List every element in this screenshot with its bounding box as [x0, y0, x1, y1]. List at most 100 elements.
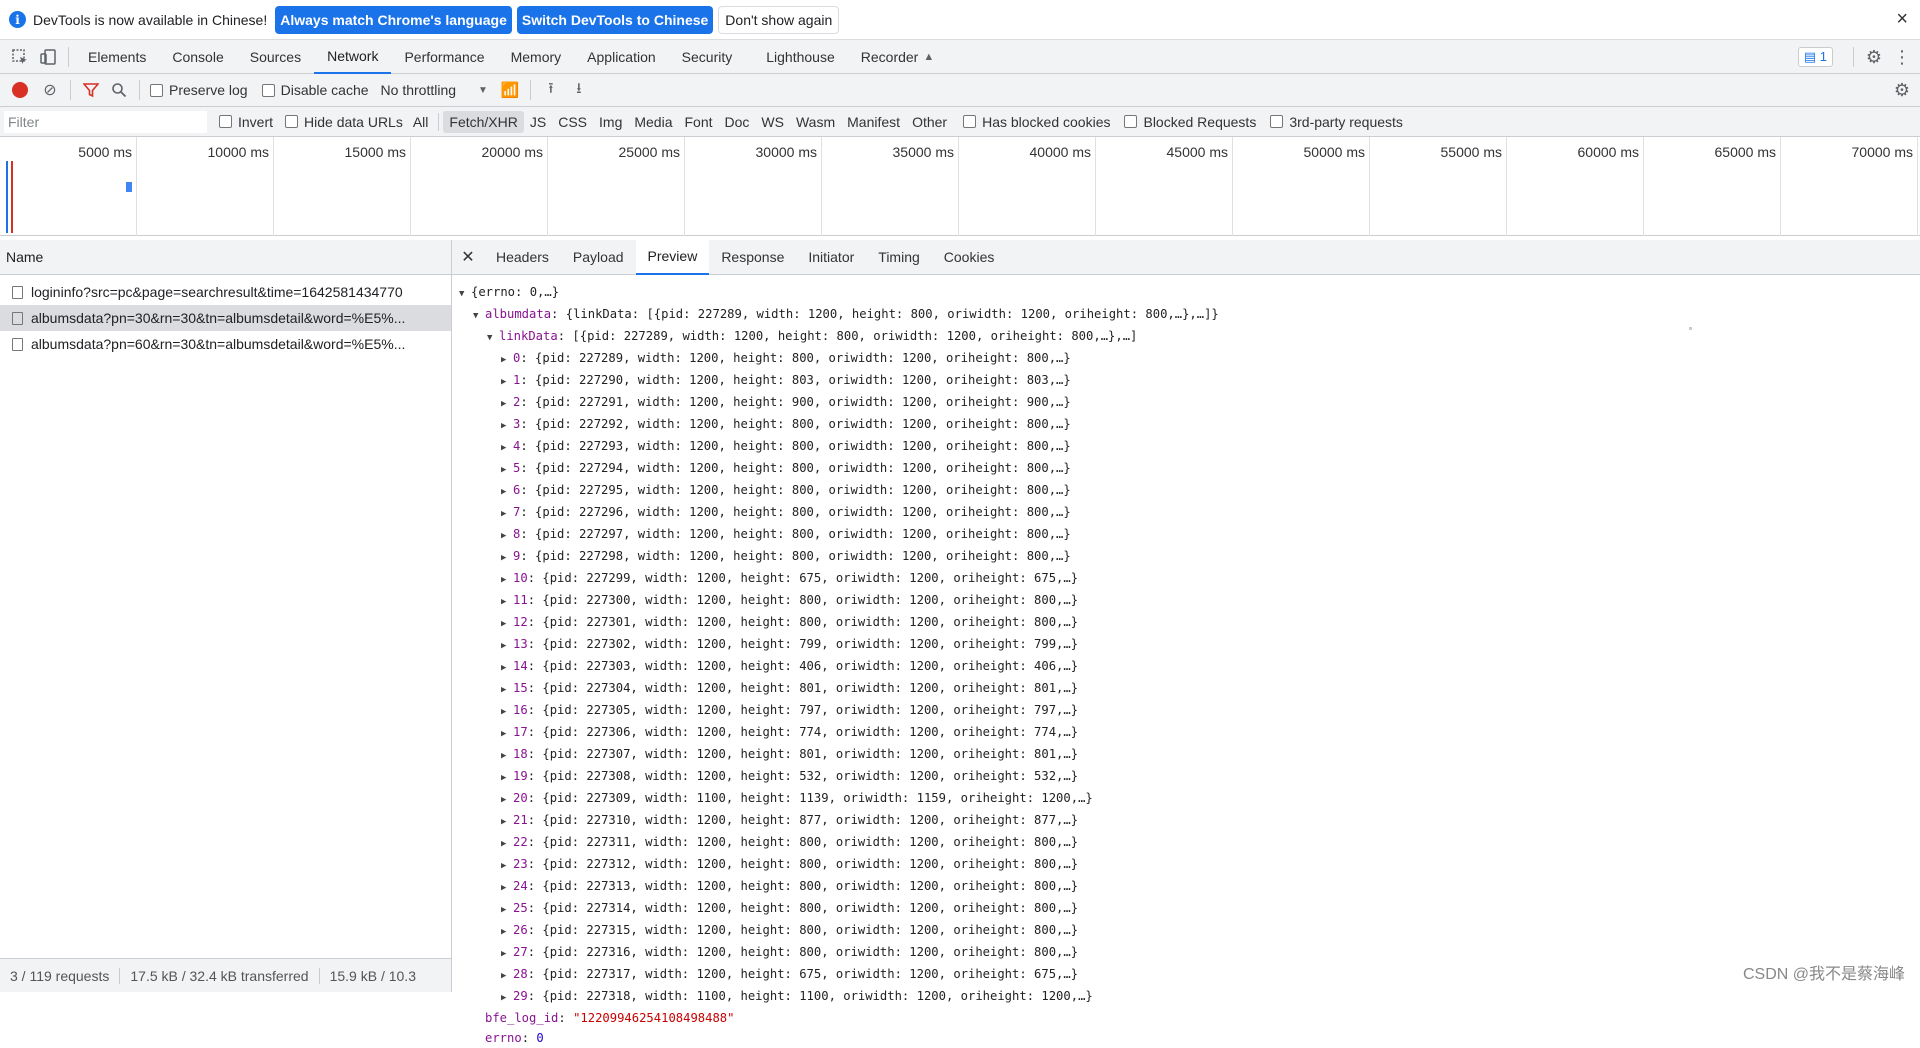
filter-type-media[interactable]: Media — [628, 111, 678, 133]
more-options-icon[interactable]: ⋮ — [1888, 43, 1916, 71]
item-oriwidth: 1200 — [909, 967, 939, 981]
linkdata-item-node[interactable]: ▶ 11: {pid: 227300, width: 1200, height: … — [459, 590, 1920, 612]
filter-input[interactable]: Filter — [4, 110, 207, 133]
linkdata-item-node[interactable]: ▶ 19: {pid: 227308, width: 1200, height: … — [459, 766, 1920, 788]
linkdata-item-node[interactable]: ▶ 21: {pid: 227310, width: 1200, height: … — [459, 810, 1920, 832]
network-conditions-icon[interactable]: 📶 — [496, 76, 524, 104]
filter-type-other[interactable]: Other — [906, 111, 953, 133]
switch-language-button[interactable]: Switch DevTools to Chinese — [516, 5, 714, 34]
linkdata-item-node[interactable]: ▶ 8: {pid: 227297, width: 1200, height: 8… — [459, 524, 1920, 546]
overview-tick: 40000 ms — [959, 137, 1096, 236]
tab-elements[interactable]: Elements — [75, 40, 159, 74]
linkdata-item-node[interactable]: ▶ 27: {pid: 227316, width: 1200, height: … — [459, 942, 1920, 964]
device-toolbar-icon[interactable] — [34, 43, 62, 71]
export-har-icon[interactable]: ⭳ — [565, 76, 593, 104]
clear-icon[interactable]: ⊘ — [36, 76, 64, 104]
tab-payload[interactable]: Payload — [561, 240, 636, 275]
tab-sources[interactable]: Sources — [237, 40, 314, 74]
linkdata-item-node[interactable]: ▶ 28: {pid: 227317, width: 1200, height: … — [459, 964, 1920, 986]
tab-headers[interactable]: Headers — [484, 240, 561, 275]
disable-cache-checkbox[interactable] — [261, 83, 275, 97]
item-height: 800 — [791, 417, 814, 431]
tab-application[interactable]: Application — [574, 40, 669, 74]
overview-tick: 10000 ms — [137, 137, 274, 236]
close-icon[interactable]: ✕ — [452, 247, 484, 267]
name-column-header[interactable]: Name — [0, 240, 451, 275]
tab-cookies[interactable]: Cookies — [932, 240, 1007, 275]
linkdata-item-node[interactable]: ▶ 29: {pid: 227318, width: 1100, height: … — [459, 986, 1920, 1008]
json-albumdata-node[interactable]: ▼ albumdata: {linkData: [{pid: 227289, wi… — [459, 304, 1920, 326]
linkdata-item-node[interactable]: ▶ 4: {pid: 227293, width: 1200, height: 8… — [459, 436, 1920, 458]
linkdata-item-node[interactable]: ▶ 6: {pid: 227295, width: 1200, height: 8… — [459, 480, 1920, 502]
search-icon[interactable] — [105, 76, 133, 104]
linkdata-item-node[interactable]: ▶ 14: {pid: 227303, width: 1200, height: … — [459, 656, 1920, 678]
tab-console[interactable]: Console — [159, 40, 236, 74]
request-row[interactable]: albumsdata?pn=30&rn=30&tn=albumsdetail&w… — [0, 305, 451, 331]
filter-type-wasm[interactable]: Wasm — [790, 111, 841, 133]
json-root-node[interactable]: ▼ {errno: 0,…} — [459, 282, 1920, 304]
tab-recorder[interactable]: Recorder ▲ — [848, 40, 947, 74]
filter-type-img[interactable]: Img — [593, 111, 628, 133]
blocked-requests-checkbox[interactable] — [1124, 115, 1138, 128]
tab-security[interactable]: Security — [669, 40, 746, 74]
match-language-button[interactable]: Always match Chrome's language — [275, 5, 512, 34]
linkdata-item-node[interactable]: ▶ 18: {pid: 227307, width: 1200, height: … — [459, 744, 1920, 766]
filter-type-css[interactable]: CSS — [552, 111, 593, 133]
request-row[interactable]: logininfo?src=pc&page=searchresult&time=… — [0, 279, 451, 305]
tab-timing[interactable]: Timing — [866, 240, 932, 275]
linkdata-item-node[interactable]: ▶ 25: {pid: 227314, width: 1200, height: … — [459, 898, 1920, 920]
third-party-checkbox[interactable] — [1270, 115, 1284, 128]
filter-type-ws[interactable]: WS — [755, 111, 790, 133]
request-row[interactable]: albumsdata?pn=60&rn=30&tn=albumsdetail&w… — [0, 331, 451, 357]
request-detail-panel: ✕ Headers Payload Preview Response Initi… — [452, 239, 1920, 1045]
tab-preview[interactable]: Preview — [635, 239, 710, 275]
filter-type-all[interactable]: All — [407, 111, 435, 133]
network-settings-icon[interactable]: ⚙ — [1888, 76, 1916, 104]
invert-checkbox[interactable] — [219, 115, 232, 128]
filter-type-fetch-xhr[interactable]: Fetch/XHR — [443, 110, 524, 133]
item-pid: 227313 — [586, 879, 631, 893]
filter-type-js[interactable]: JS — [524, 111, 552, 133]
linkdata-item-node[interactable]: ▶ 10: {pid: 227299, width: 1200, height: … — [459, 568, 1920, 590]
linkdata-item-node[interactable]: ▶ 22: {pid: 227311, width: 1200, height: … — [459, 832, 1920, 854]
linkdata-item-node[interactable]: ▶ 5: {pid: 227294, width: 1200, height: 8… — [459, 458, 1920, 480]
tab-initiator[interactable]: Initiator — [796, 240, 866, 275]
issues-badge[interactable]: ▤ 1 — [1797, 47, 1833, 67]
inspect-element-icon[interactable] — [6, 43, 34, 71]
tab-response[interactable]: Response — [709, 240, 796, 275]
linkdata-item-node[interactable]: ▶ 23: {pid: 227312, width: 1200, height: … — [459, 854, 1920, 876]
linkdata-item-node[interactable]: ▶ 26: {pid: 227315, width: 1200, height: … — [459, 920, 1920, 942]
settings-icon[interactable]: ⚙ — [1860, 43, 1888, 71]
preserve-log-checkbox[interactable] — [150, 83, 163, 97]
linkdata-item-node[interactable]: ▶ 3: {pid: 227292, width: 1200, height: 8… — [459, 414, 1920, 436]
dont-show-again-button[interactable]: Don't show again — [718, 5, 840, 34]
close-icon[interactable]: × — [1896, 8, 1908, 31]
linkdata-item-node[interactable]: ▶ 16: {pid: 227305, width: 1200, height: … — [459, 700, 1920, 722]
filter-type-doc[interactable]: Doc — [719, 111, 756, 133]
linkdata-item-node[interactable]: ▶ 1: {pid: 227290, width: 1200, height: 8… — [459, 370, 1920, 392]
tab-performance[interactable]: Performance — [391, 40, 497, 74]
json-linkdata-node[interactable]: ▼ linkData: [{pid: 227289, width: 1200, h… — [459, 326, 1920, 348]
tab-network[interactable]: Network — [314, 40, 392, 74]
tab-memory[interactable]: Memory — [498, 40, 575, 74]
linkdata-item-node[interactable]: ▶ 9: {pid: 227298, width: 1200, height: 8… — [459, 546, 1920, 568]
blocked-cookies-checkbox[interactable] — [963, 115, 977, 128]
linkdata-item-node[interactable]: ▶ 2: {pid: 227291, width: 1200, height: 9… — [459, 392, 1920, 414]
linkdata-item-node[interactable]: ▶ 7: {pid: 227296, width: 1200, height: 8… — [459, 502, 1920, 524]
linkdata-item-node[interactable]: ▶ 20: {pid: 227309, width: 1100, height: … — [459, 788, 1920, 810]
import-har-icon[interactable]: ⭱ — [537, 76, 565, 104]
filter-type-manifest[interactable]: Manifest — [841, 111, 906, 133]
throttling-select[interactable]: No throttling ▼ — [381, 82, 488, 98]
network-overview-timeline[interactable]: 5000 ms 10000 ms 15000 ms 20000 ms 25000… — [0, 137, 1920, 330]
linkdata-item-node[interactable]: ▶ 17: {pid: 227306, width: 1200, height: … — [459, 722, 1920, 744]
filter-type-font[interactable]: Font — [679, 111, 719, 133]
linkdata-item-node[interactable]: ▶ 0: {pid: 227289, width: 1200, height: 8… — [459, 348, 1920, 370]
linkdata-item-node[interactable]: ▶ 13: {pid: 227302, width: 1200, height: … — [459, 634, 1920, 656]
filter-icon[interactable] — [77, 76, 105, 104]
tab-lighthouse[interactable]: Lighthouse — [753, 40, 848, 74]
hide-data-urls-checkbox[interactable] — [285, 115, 299, 128]
linkdata-item-node[interactable]: ▶ 24: {pid: 227313, width: 1200, height: … — [459, 876, 1920, 898]
linkdata-item-node[interactable]: ▶ 12: {pid: 227301, width: 1200, height: … — [459, 612, 1920, 634]
record-button[interactable] — [12, 82, 28, 98]
linkdata-item-node[interactable]: ▶ 15: {pid: 227304, width: 1200, height: … — [459, 678, 1920, 700]
